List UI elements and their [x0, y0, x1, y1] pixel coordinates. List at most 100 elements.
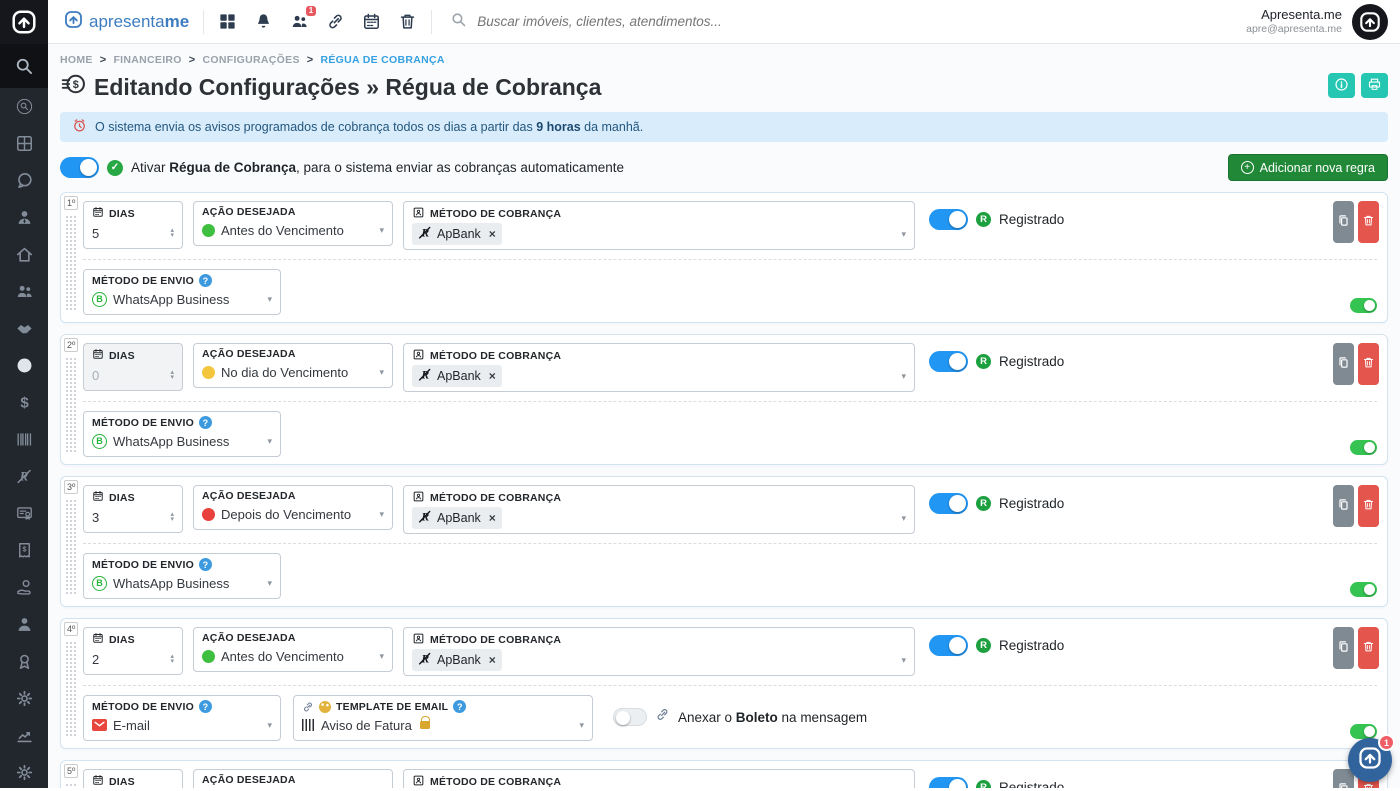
sidebar-item-barcode[interactable]	[0, 421, 48, 458]
sidebar-item-whatsapp[interactable]	[0, 162, 48, 199]
breadcrumb-item[interactable]: CONFIGURAÇÕES	[203, 54, 300, 66]
registrado-label: Registrado	[999, 496, 1064, 511]
sidebar-item-clients[interactable]	[0, 199, 48, 236]
metodo-cobranca-select[interactable]: MÉTODO DE COBRANÇA RApBank×▾	[403, 485, 915, 534]
remove-tag-icon[interactable]: ×	[489, 369, 496, 383]
delete-rule-button[interactable]	[1358, 201, 1379, 243]
sidebar-item-financeiro[interactable]: $	[0, 347, 48, 384]
breadcrumb-item[interactable]: HOME	[60, 54, 93, 66]
help-icon[interactable]: ?	[453, 700, 466, 713]
activate-regua-toggle[interactable]	[60, 157, 99, 178]
number-stepper[interactable]: ▴▾	[170, 228, 174, 239]
sidebar-item-settings[interactable]	[0, 680, 48, 717]
sidebar-item-search[interactable]	[0, 44, 48, 88]
metodo-cobranca-select[interactable]: MÉTODO DE COBRANÇA RApBank×▾	[403, 627, 915, 676]
sidebar-item-invoices[interactable]: $	[0, 532, 48, 569]
metodo-cobranca-select[interactable]: MÉTODO DE COBRANÇA ▾	[403, 769, 915, 788]
drag-handle-icon[interactable]	[65, 215, 76, 312]
metodo-envio-select[interactable]: MÉTODO DE ENVIO? BWhatsApp Business▾	[83, 269, 281, 315]
duplicate-rule-button[interactable]	[1333, 201, 1354, 243]
sidebar-item-search-alt[interactable]	[0, 88, 48, 125]
duplicate-rule-button[interactable]	[1333, 343, 1354, 385]
trash-icon[interactable]	[398, 12, 417, 31]
dias-field[interactable]: DIAS 2 ▴▾	[83, 627, 183, 675]
number-stepper[interactable]: ▴▾	[170, 654, 174, 665]
rule-card: 3º DIAS 3 ▴▾ AÇÃO DESEJADA Depois do Ven…	[60, 476, 1388, 607]
registrado-toggle[interactable]	[929, 777, 968, 788]
print-button[interactable]	[1361, 73, 1388, 98]
info-button[interactable]	[1328, 73, 1355, 98]
sidebar-item-tools[interactable]	[0, 754, 48, 791]
rule-enabled-toggle[interactable]	[1350, 298, 1377, 313]
rule-order-badge: 3º	[64, 480, 78, 494]
registrado-toggle[interactable]	[929, 209, 968, 230]
delete-rule-button[interactable]	[1358, 627, 1379, 669]
acao-desejada-select[interactable]: AÇÃO DESEJADA No dia do Vencimento▾	[193, 343, 393, 388]
acao-desejada-select[interactable]: AÇÃO DESEJADA Antes do Vencimento▾	[193, 627, 393, 672]
acao-desejada-select[interactable]: AÇÃO DESEJADA ▾	[193, 769, 393, 788]
registrado-toggle[interactable]	[929, 493, 968, 514]
metodo-cobranca-select[interactable]: MÉTODO DE COBRANÇA RApBank×▾	[403, 343, 915, 392]
link-icon[interactable]	[326, 12, 345, 31]
registrado-toggle[interactable]	[929, 635, 968, 656]
drag-handle-icon[interactable]	[65, 357, 76, 454]
sidebar-item-awards[interactable]	[0, 643, 48, 680]
bell-icon[interactable]	[254, 12, 273, 31]
sidebar-item-team[interactable]	[0, 273, 48, 310]
metodo-envio-select[interactable]: MÉTODO DE ENVIO? E-mail▾	[83, 695, 281, 741]
sidebar-item-dashboard[interactable]	[0, 125, 48, 162]
floating-chat-button[interactable]: 1	[1348, 738, 1392, 782]
delete-rule-button[interactable]	[1358, 343, 1379, 385]
delete-rule-button[interactable]	[1358, 485, 1379, 527]
sidebar-item-sales[interactable]: $	[0, 384, 48, 421]
template-email-select[interactable]: TEMPLATE DE EMAIL? Aviso de Fatura▾	[293, 695, 593, 741]
rule-enabled-toggle[interactable]	[1350, 582, 1377, 597]
drag-handle-icon[interactable]	[65, 641, 76, 738]
search-input[interactable]	[477, 14, 897, 29]
breadcrumb-item[interactable]: FINANCEIRO	[113, 54, 181, 66]
remove-tag-icon[interactable]: ×	[489, 227, 496, 241]
rule-enabled-toggle[interactable]	[1350, 724, 1377, 739]
rule-enabled-toggle[interactable]	[1350, 440, 1377, 455]
sidebar-item-apbank[interactable]: R	[0, 458, 48, 495]
metodo-envio-select[interactable]: MÉTODO DE ENVIO? BWhatsApp Business▾	[83, 411, 281, 457]
registrado-toggle[interactable]	[929, 351, 968, 372]
sidebar-item-commissions[interactable]	[0, 569, 48, 606]
help-icon[interactable]: ?	[199, 274, 212, 287]
anexar-boleto-toggle[interactable]	[613, 708, 647, 726]
acao-desejada-select[interactable]: AÇÃO DESEJADA Antes do Vencimento▾	[193, 201, 393, 246]
dias-field[interactable]: DIAS 3 ▴▾	[83, 485, 183, 533]
duplicate-rule-button[interactable]	[1333, 627, 1354, 669]
acao-desejada-select[interactable]: AÇÃO DESEJADA Depois do Vencimento▾	[193, 485, 393, 530]
add-rule-button[interactable]: + Adicionar nova regra	[1228, 154, 1388, 181]
avatar[interactable]	[1352, 4, 1388, 40]
duplicate-rule-button[interactable]	[1333, 485, 1354, 527]
metodo-envio-select[interactable]: MÉTODO DE ENVIO? BWhatsApp Business▾	[83, 553, 281, 599]
dias-field[interactable]: DIAS 0 ▴▾	[83, 343, 183, 391]
remove-tag-icon[interactable]: ×	[489, 653, 496, 667]
account-info[interactable]: Apresenta.me apre@apresenta.me	[1246, 7, 1342, 36]
team-icon[interactable]: 1	[290, 12, 309, 31]
drag-handle-icon[interactable]	[65, 783, 76, 788]
remove-tag-icon[interactable]: ×	[489, 511, 496, 525]
sidebar-item-reports[interactable]	[0, 717, 48, 754]
dias-field[interactable]: DIAS ▴▾	[83, 769, 183, 788]
sidebar-item-agents[interactable]	[0, 606, 48, 643]
brand-logo[interactable]: apresentame	[64, 10, 189, 34]
apps-icon[interactable]	[218, 12, 237, 31]
sidebar-item-properties[interactable]	[0, 236, 48, 273]
rule-order-badge: 2º	[64, 338, 78, 352]
sidebar-item-certificates[interactable]	[0, 495, 48, 532]
breadcrumb-item[interactable]: RÉGUA DE COBRANÇA	[321, 54, 445, 66]
help-icon[interactable]: ?	[199, 416, 212, 429]
sidebar-item-partnerships[interactable]	[0, 310, 48, 347]
app-logo[interactable]	[0, 0, 48, 44]
help-icon[interactable]: ?	[199, 700, 212, 713]
help-icon[interactable]: ?	[199, 558, 212, 571]
number-stepper[interactable]: ▴▾	[170, 370, 174, 381]
drag-handle-icon[interactable]	[65, 499, 76, 596]
metodo-cobranca-select[interactable]: MÉTODO DE COBRANÇA RApBank×▾	[403, 201, 915, 250]
calendar-icon[interactable]	[362, 12, 381, 31]
number-stepper[interactable]: ▴▾	[170, 512, 174, 523]
dias-field[interactable]: DIAS 5 ▴▾	[83, 201, 183, 249]
